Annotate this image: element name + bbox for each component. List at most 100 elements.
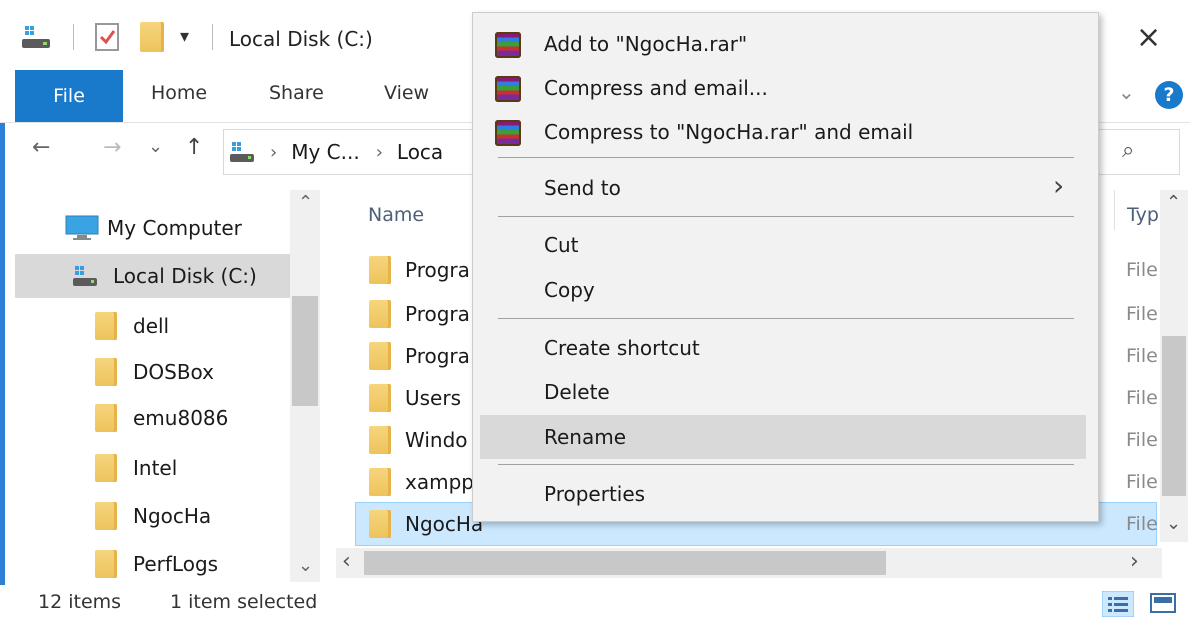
computer-icon <box>65 215 99 240</box>
menu-item-label: Properties <box>544 482 646 506</box>
folder-icon <box>95 312 117 340</box>
drive-icon <box>230 142 254 162</box>
menu-item-copy[interactable]: Copy <box>473 269 1098 311</box>
menu-item-label: Add to "NgocHa.rar" <box>544 32 748 56</box>
tab-view[interactable]: View <box>384 82 429 104</box>
nav-item-folder[interactable]: NgocHa <box>15 494 290 538</box>
file-type: File <box>1126 513 1158 535</box>
nav-item-label: DOSBox <box>133 360 215 384</box>
tab-home[interactable]: Home <box>151 82 207 104</box>
file-list-hscrollbar-thumb[interactable] <box>364 551 886 575</box>
menu-item-compress-and-email[interactable]: Compress and email... <box>473 67 1098 109</box>
file-name: Progra <box>405 302 470 326</box>
menu-item-label: Compress and email... <box>544 76 768 100</box>
folder-icon <box>369 468 391 496</box>
menu-separator <box>498 318 1074 319</box>
folder-icon <box>95 454 117 482</box>
file-type: File <box>1126 471 1158 493</box>
details-view-icon[interactable] <box>1102 591 1134 617</box>
vscroll-down-icon[interactable]: ⌄ <box>1166 513 1181 534</box>
menu-item-properties[interactable]: Properties <box>473 473 1098 515</box>
menu-item-label: Delete <box>544 380 610 404</box>
menu-item-send-to[interactable]: Send to › <box>473 167 1098 209</box>
hscroll-left-icon[interactable]: ‹ <box>342 549 351 574</box>
status-item-count: 12 items <box>38 591 122 613</box>
file-name: xampp <box>405 470 474 494</box>
file-type: File <box>1126 429 1158 451</box>
close-button[interactable]: × <box>1136 20 1161 55</box>
file-name: Progra <box>405 258 470 282</box>
folder-icon <box>369 384 391 412</box>
file-name: Users <box>405 386 462 410</box>
drive-icon <box>73 266 97 286</box>
winrar-icon <box>495 32 521 58</box>
nav-item-label: NgocHa <box>133 504 212 528</box>
up-button[interactable]: ↑ <box>185 135 203 160</box>
winrar-icon <box>495 76 521 102</box>
nav-item-folder[interactable]: DOSBox <box>15 350 290 394</box>
folder-icon <box>95 550 117 578</box>
menu-item-delete[interactable]: Delete <box>473 371 1098 413</box>
menu-item-create-shortcut[interactable]: Create shortcut <box>473 327 1098 369</box>
breadcrumb-local-disk[interactable]: Loca <box>397 140 443 164</box>
folder-icon <box>369 300 391 328</box>
title-divider <box>212 24 213 50</box>
breadcrumb-my-computer[interactable]: My C... <box>291 140 360 164</box>
nav-scrollbar-thumb[interactable] <box>292 296 318 406</box>
nav-item-folder[interactable]: PerfLogs <box>15 542 290 586</box>
folder-icon <box>369 342 391 370</box>
hscroll-right-icon[interactable]: › <box>1130 549 1139 574</box>
folder-icon <box>95 358 117 386</box>
nav-scroll-down-icon[interactable]: ⌄ <box>298 555 313 576</box>
column-header-type[interactable]: Typ <box>1127 204 1159 226</box>
nav-item-label: Intel <box>133 456 178 480</box>
vscroll-up-icon[interactable]: ⌃ <box>1166 192 1181 213</box>
context-menu: Add to "NgocHa.rar" Compress and email..… <box>472 12 1099 522</box>
nav-item-folder[interactable]: Intel <box>15 446 290 490</box>
recent-locations-button[interactable]: ⌄ <box>148 136 163 157</box>
nav-item-folder[interactable]: dell <box>15 304 290 348</box>
properties-icon[interactable] <box>94 22 122 52</box>
forward-button[interactable]: → <box>103 135 121 160</box>
column-divider <box>1114 190 1115 230</box>
nav-scroll-up-icon[interactable]: ⌃ <box>298 192 313 213</box>
menu-item-rename[interactable]: Rename <box>480 415 1086 459</box>
qat-customize-icon[interactable]: ▾ <box>180 26 189 47</box>
folder-icon <box>369 510 391 538</box>
menu-item-cut[interactable]: Cut <box>473 224 1098 266</box>
nav-item-label: dell <box>133 314 170 338</box>
status-bar: 12 items 1 item selected <box>0 585 1190 623</box>
menu-item-label: Send to <box>544 176 621 200</box>
nav-item-local-disk[interactable]: Local Disk (C:) <box>15 254 290 298</box>
file-list-vscrollbar-thumb[interactable] <box>1162 336 1186 496</box>
folder-icon <box>369 256 391 284</box>
menu-item-label: Cut <box>544 233 579 257</box>
menu-item-compress-to-rar-and-email[interactable]: Compress to "NgocHa.rar" and email <box>473 111 1098 153</box>
status-selection: 1 item selected <box>170 591 318 613</box>
tab-share[interactable]: Share <box>269 82 324 104</box>
folder-icon <box>369 426 391 454</box>
new-folder-icon[interactable] <box>140 22 164 52</box>
ribbon-expand-icon[interactable]: ⌄ <box>1118 80 1135 104</box>
file-name: Windo <box>405 428 468 452</box>
menu-item-add-to-archive[interactable]: Add to "NgocHa.rar" <box>473 23 1098 65</box>
search-icon[interactable]: ⌕ <box>1122 138 1134 163</box>
folder-icon <box>95 502 117 530</box>
nav-item-my-computer[interactable]: My Computer <box>15 206 290 250</box>
file-type: File <box>1126 345 1158 367</box>
nav-item-label: emu8086 <box>133 406 229 430</box>
qat-divider <box>73 24 74 50</box>
menu-separator <box>498 157 1074 158</box>
tab-file[interactable]: File <box>15 70 123 122</box>
breadcrumb-separator: › <box>270 141 278 163</box>
menu-separator <box>498 216 1074 217</box>
column-header-name[interactable]: Name <box>368 204 424 226</box>
nav-item-folder[interactable]: emu8086 <box>15 396 290 440</box>
winrar-icon <box>495 120 521 146</box>
file-type: File <box>1126 303 1158 325</box>
drive-icon[interactable] <box>22 24 52 50</box>
help-icon[interactable]: ? <box>1155 81 1183 109</box>
window-title: Local Disk (C:) <box>229 27 373 51</box>
back-button[interactable]: ← <box>32 135 50 160</box>
large-icons-view-icon[interactable] <box>1148 591 1178 615</box>
